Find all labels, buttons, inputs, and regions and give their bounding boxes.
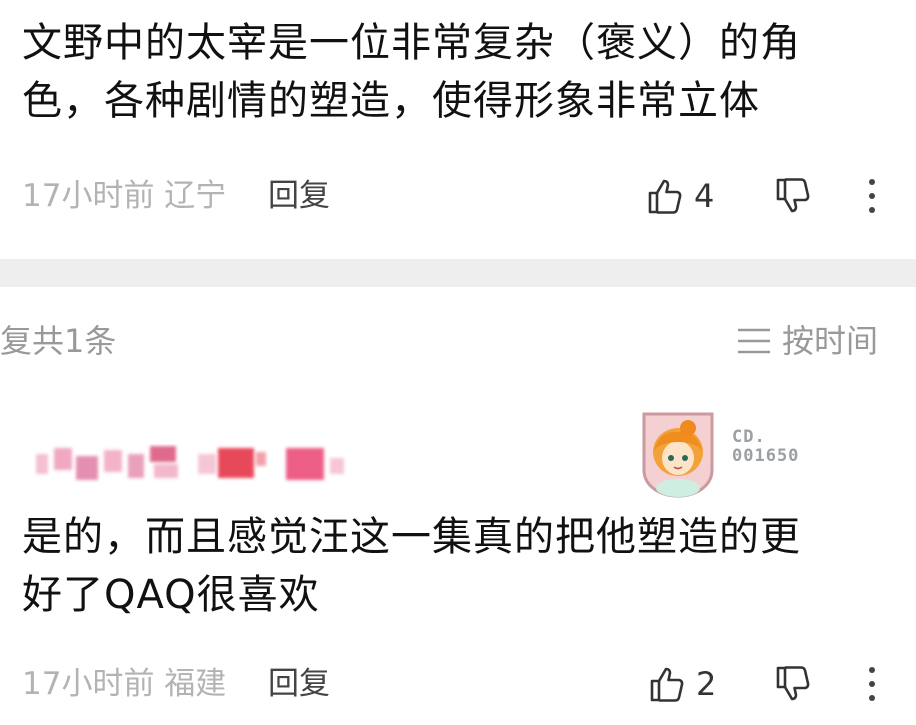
sort-label: 按时间 [781,322,878,360]
comment-text: 文野中的太宰是一位非常复杂（褒义）的角 色，各种剧情的塑造，使得形象非常立体 [22,14,882,130]
reply-text-line: 好了QAQ很喜欢 [22,572,320,618]
more-button[interactable] [852,176,892,216]
reply-time-location: 17小时前 福建 [22,666,227,702]
thumbs-down-icon [776,178,810,213]
comment-text-line: 色，各种剧情的塑造，使得形象非常立体 [22,78,760,124]
comment-text-line: 文野中的太宰是一位非常复杂（褒义）的角 [22,20,801,66]
more-icon [869,667,875,701]
reply-text-line: 是的，而且感觉汪这一集真的把他塑造的更 [22,514,801,560]
thumbs-down-icon [776,666,810,701]
badge-line: 001650 [732,446,800,466]
reply-button[interactable]: 回复 [268,176,330,216]
list-icon [737,328,770,354]
user-badge: CD. 001650 [732,428,799,466]
sort-by-time-button[interactable]: 按时间 [736,320,878,362]
like-button[interactable]: 2 [646,664,716,704]
comment-time-location: 17小时前 辽宁 [22,178,227,214]
more-button[interactable] [852,664,892,704]
like-count: 2 [696,665,717,703]
like-button[interactable]: 4 [644,176,714,216]
section-divider [0,259,916,287]
reply-meta-row: 17小时前 福建 回复 2 [22,664,916,704]
like-count: 4 [694,177,715,215]
reply-button[interactable]: 回复 [268,664,330,704]
thumbs-up-icon [650,667,684,702]
badge-line: CD. [732,427,766,447]
reply-count-label: 复共1条 [0,322,117,360]
comment-meta-row: 17小时前 辽宁 回复 4 [22,176,916,216]
dislike-button[interactable] [772,664,812,704]
username-blurred[interactable] [34,444,354,484]
reply-text: 是的，而且感觉汪这一集真的把他塑造的更 好了QAQ很喜欢 [22,508,882,624]
thumbs-up-icon [648,179,682,214]
more-icon [869,179,875,213]
avatar[interactable] [636,408,720,498]
dislike-button[interactable] [772,176,812,216]
